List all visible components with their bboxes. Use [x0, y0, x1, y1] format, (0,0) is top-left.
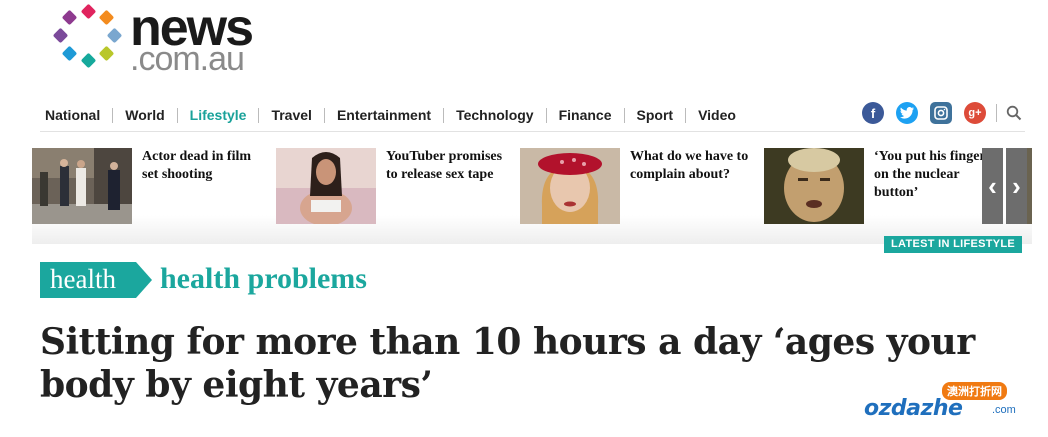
logo-dot-icon [98, 45, 115, 62]
tag-health-problems[interactable]: health problems [160, 262, 367, 296]
google-plus-icon[interactable]: g+ [964, 102, 986, 124]
logo-dot-icon [106, 27, 123, 44]
card-title: Actor dead in film set shooting [142, 149, 252, 182]
card-image [520, 148, 620, 224]
latest-carousel: Actor dead in film set shooting YouTuber… [32, 148, 1032, 244]
social-links: f g+ [850, 102, 1025, 124]
watermark-main: ozdazhe [864, 396, 963, 421]
nav-item-video[interactable]: Video [685, 107, 748, 123]
card-title: What do we have to complain about? [630, 149, 749, 182]
nav-item-finance[interactable]: Finance [545, 107, 624, 123]
logo-dot-icon [61, 9, 78, 26]
carousel-prev-button[interactable]: ‹ [982, 148, 1003, 224]
nav-item-travel[interactable]: Travel [258, 107, 323, 123]
nav-item-technology[interactable]: Technology [443, 107, 546, 123]
logo-dot-icon [61, 45, 78, 62]
carousel-next-button[interactable]: › [1006, 148, 1027, 224]
facebook-icon[interactable]: f [862, 102, 884, 124]
logo-domain: .com.au [130, 40, 245, 78]
logo-dot-icon [80, 3, 97, 20]
card-title: YouTuber promises to release sex tape [386, 149, 503, 182]
latest-in-lifestyle-badge[interactable]: LATEST IN LIFESTYLE [884, 236, 1023, 253]
card-image [764, 148, 864, 224]
main-nav: National World Lifestyle Travel Entertai… [40, 101, 1025, 132]
nav-item-national[interactable]: National [40, 107, 112, 123]
site-logo[interactable]: news .com.au [52, 2, 272, 78]
watermark-domain: .com [992, 404, 1016, 416]
nav-item-sport[interactable]: Sport [623, 107, 686, 123]
nav-item-lifestyle[interactable]: Lifestyle [176, 107, 259, 123]
nav-item-entertainment[interactable]: Entertainment [323, 107, 443, 123]
tag-health[interactable]: health [40, 262, 136, 298]
twitter-icon[interactable] [896, 102, 918, 124]
chevron-left-icon: ‹ [988, 170, 997, 201]
card-image [32, 148, 132, 224]
card-image [276, 148, 376, 224]
search-icon[interactable] [1003, 102, 1025, 124]
nav-item-world[interactable]: World [112, 107, 176, 123]
watermark-logo: 澳洲打折网 ozdazhe .com [864, 382, 1029, 428]
logo-dot-icon [80, 52, 97, 69]
divider [996, 104, 997, 122]
tag-arrow [136, 262, 152, 298]
logo-dot-icon [52, 27, 69, 44]
chevron-right-icon: › [1012, 170, 1021, 201]
instagram-icon[interactable] [930, 102, 952, 124]
logo-dot-icon [98, 9, 115, 26]
